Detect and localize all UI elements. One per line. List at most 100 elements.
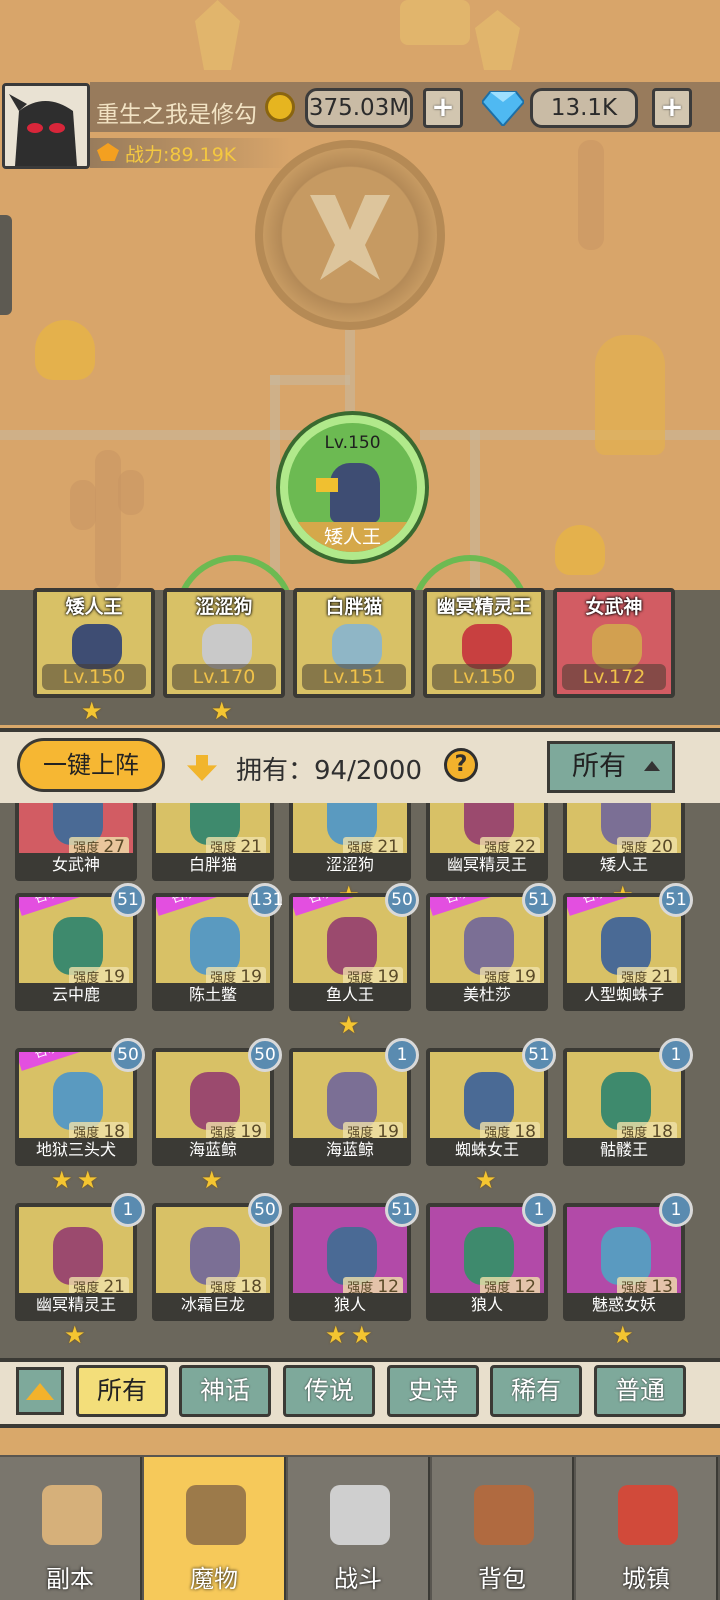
team-slot[interactable]: 矮人王 Lv.150	[33, 588, 155, 698]
caret-up-icon	[644, 761, 660, 771]
summoning-ribbon: 召唤中	[567, 897, 641, 916]
nav-tab[interactable]: 背包	[432, 1457, 574, 1600]
star-icon: ★	[51, 1166, 73, 1194]
monster-name: 骷髅王	[567, 1138, 681, 1162]
count-badge: 1	[111, 1193, 145, 1227]
boss-level: Lv.150	[324, 433, 381, 453]
nav-label: 战斗	[334, 1565, 382, 1593]
team-member-level: Lv.172	[562, 664, 666, 690]
monster-name: 海蓝鲸	[156, 1138, 270, 1162]
rarity-tab[interactable]: 普通	[594, 1365, 686, 1417]
nav-tab[interactable]: 魔物	[144, 1457, 286, 1600]
summoning-ribbon: 召唤中	[19, 1052, 93, 1071]
team-slot[interactable]: 涩涩狗 Lv.170	[163, 588, 285, 698]
count-badge: 51	[111, 883, 145, 917]
team-member-name: 白胖猫	[325, 596, 383, 618]
team-member-name: 矮人王	[65, 596, 123, 618]
map-road	[0, 430, 300, 440]
helmet-icon	[186, 1485, 246, 1545]
count-badge: 51	[659, 883, 693, 917]
boss-name: 矮人王	[288, 522, 417, 552]
cactus-decoration	[70, 480, 96, 530]
monster-name: 白胖猫	[156, 853, 270, 877]
count-badge: 50	[385, 883, 419, 917]
star-icon: ★	[338, 1011, 360, 1039]
count-badge: 131	[248, 883, 283, 917]
diamond-icon	[482, 91, 524, 126]
rarity-tab[interactable]: 稀有	[490, 1365, 582, 1417]
add-diamond-button[interactable]: +	[652, 88, 692, 128]
nav-label: 背包	[478, 1565, 526, 1593]
cactus-decoration	[95, 450, 121, 590]
count-badge: 51	[522, 883, 556, 917]
monster-name: 女武神	[19, 853, 133, 877]
team-member-level: Lv.151	[302, 664, 406, 690]
star-icon: ★	[77, 1166, 99, 1194]
monster-grid: 强度 27女武神强度 21白胖猫强度 21涩涩狗 ★ 强度 22幽冥精灵王强度 20…	[0, 803, 720, 1358]
skull-icon	[35, 320, 95, 380]
rarity-tab[interactable]: 史诗	[387, 1365, 479, 1417]
nav-tab[interactable]: 副本	[0, 1457, 142, 1600]
auto-deploy-button[interactable]: 一键上阵	[17, 738, 165, 792]
map-road	[270, 375, 350, 385]
shop-icon	[618, 1485, 678, 1545]
monster-portrait	[462, 624, 512, 669]
count-badge: 50	[248, 1193, 282, 1227]
dwarf-king-portrait	[330, 463, 380, 523]
count-badge: 51	[522, 1038, 556, 1072]
monster-card[interactable]: 强度 21 涩涩狗	[289, 803, 411, 881]
summoning-ribbon: 召唤中	[156, 897, 230, 916]
player-avatar[interactable]	[2, 83, 90, 169]
collapse-button[interactable]	[16, 1367, 64, 1415]
monster-name: 幽冥精灵王	[19, 1293, 133, 1317]
cat-statue-decoration	[595, 335, 665, 455]
nav-tab[interactable]: 城镇	[576, 1457, 718, 1600]
rarity-tab[interactable]: 神话	[179, 1365, 271, 1417]
cactus-decoration	[578, 140, 604, 250]
team-member-level: Lv.170	[172, 664, 276, 690]
count-badge: 51	[385, 1193, 419, 1227]
team-member-name: 涩涩狗	[195, 596, 253, 618]
star-icon: ★	[211, 697, 233, 725]
team-member-level: Lv.150	[42, 664, 146, 690]
diamond-amount: 13.1K	[530, 88, 638, 128]
star-icon: ★	[201, 1166, 223, 1194]
monster-name: 海蓝鲸	[293, 1138, 407, 1162]
nav-tab[interactable]: 战斗	[288, 1457, 430, 1600]
monster-card[interactable]: 强度 20 矮人王	[563, 803, 685, 881]
filter-dropdown[interactable]: 所有	[547, 741, 675, 793]
monster-card[interactable]: 强度 22 幽冥精灵王	[426, 803, 548, 881]
monster-card[interactable]: 强度 27 女武神	[15, 803, 137, 881]
chevron-up-icon	[26, 1383, 54, 1400]
team-slot[interactable]: 幽冥精灵王 Lv.150	[423, 588, 545, 698]
star-icon: ★	[475, 1166, 497, 1194]
monster-name: 冰霜巨龙	[156, 1293, 270, 1317]
count-badge: 1	[659, 1038, 693, 1072]
star-icon: ★	[64, 1321, 86, 1349]
crystal-decoration	[475, 10, 520, 70]
monster-portrait	[72, 624, 122, 669]
rarity-tab[interactable]: 所有	[76, 1365, 168, 1417]
cactus-decoration	[118, 470, 144, 515]
count-badge: 1	[385, 1038, 419, 1072]
add-gold-button[interactable]: +	[423, 88, 463, 128]
monster-card[interactable]: 强度 21 白胖猫	[152, 803, 274, 881]
nav-label: 副本	[46, 1565, 94, 1593]
monster-name: 鱼人王	[293, 983, 407, 1007]
team-slot[interactable]: 女武神 Lv.172	[553, 588, 675, 698]
star-icon: ★	[81, 697, 103, 725]
current-boss-node[interactable]: Lv.150 矮人王	[280, 415, 425, 560]
rarity-tab[interactable]: 传说	[283, 1365, 375, 1417]
crossed-swords-icon	[330, 1485, 390, 1545]
team-member-name: 幽冥精灵王	[436, 596, 532, 618]
team-slot[interactable]: 白胖猫 Lv.151	[293, 588, 415, 698]
monster-portrait	[592, 624, 642, 669]
side-panel-handle[interactable]	[0, 215, 12, 315]
count-badge: 50	[248, 1038, 282, 1072]
star-icon: ★	[351, 1321, 373, 1349]
help-button[interactable]: ?	[444, 748, 478, 782]
map-scroll-icon	[42, 1485, 102, 1545]
monster-name: 幽冥精灵王	[430, 853, 544, 877]
monster-name: 矮人王	[567, 853, 681, 877]
monster-name: 魅惑女妖	[567, 1293, 681, 1317]
